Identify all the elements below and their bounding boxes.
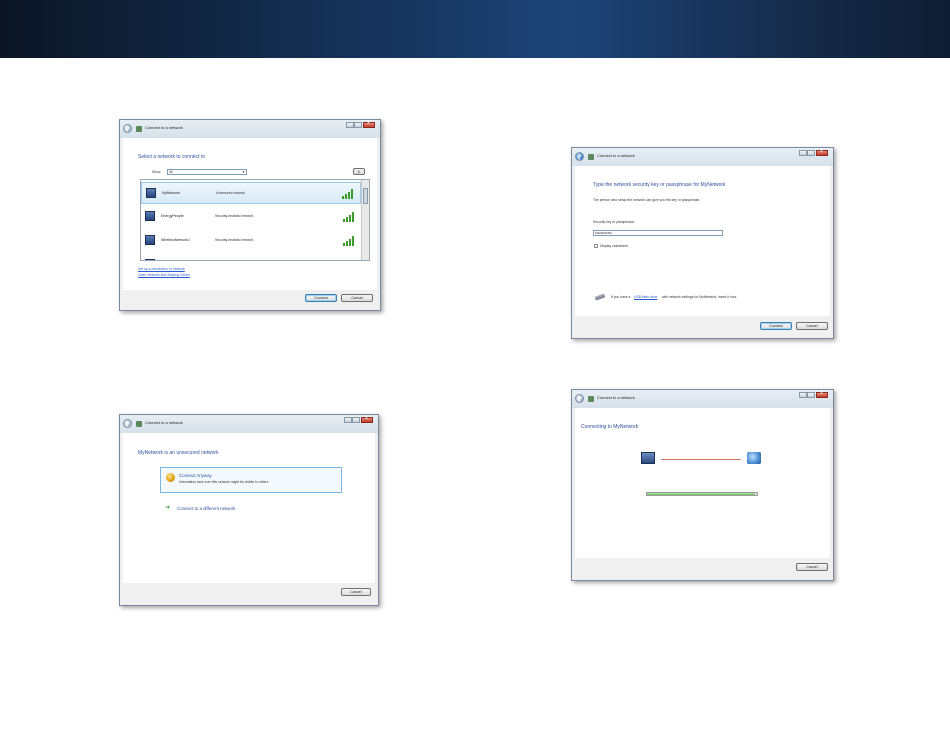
connection-progress-bar — [646, 492, 758, 496]
maximize-button[interactable] — [352, 417, 360, 423]
network-row-partial[interactable] — [141, 254, 361, 260]
page-heading: MyNetwork is an unsecured network — [138, 450, 219, 456]
connect-button[interactable]: Connect — [760, 322, 792, 330]
select-network-window: Connect to a network Select a network to… — [119, 119, 381, 311]
network-row-wirelessnetwork1[interactable]: WirelessNetwork1 Security-enabled networ… — [141, 230, 361, 252]
cancel-button[interactable]: Cancel — [341, 588, 371, 596]
unsecured-network-window: Connect to a network MyNetwork is an uns… — [119, 414, 379, 606]
minimize-button[interactable] — [344, 417, 352, 423]
wireless-network-icon — [145, 211, 155, 221]
show-label: Show — [152, 170, 161, 174]
back-button[interactable] — [123, 419, 132, 428]
connect-different-network-option[interactable]: Connect to a different network — [177, 506, 236, 511]
computer-icon — [641, 452, 655, 464]
window-content: Select a network to connect to Show All … — [123, 138, 377, 290]
option-title: Connect Anyway — [179, 473, 212, 478]
security-key-field[interactable]: •••••••••••• — [593, 230, 723, 236]
wireless-network-icon — [146, 188, 156, 198]
network-security: Security-enabled network — [215, 214, 254, 218]
back-button[interactable] — [123, 124, 132, 133]
title-bar: Connect to a network — [120, 415, 378, 433]
signal-strength-icon — [343, 212, 355, 222]
minimize-button[interactable] — [346, 122, 354, 128]
back-button[interactable] — [575, 152, 584, 161]
window-footer: Cancel — [123, 583, 375, 602]
network-name: MyNetwork — [162, 191, 180, 195]
window-footer: Connect Cancel — [123, 290, 377, 307]
connecting-window: Connect to a network Connecting to MyNet… — [571, 389, 834, 581]
setup-connection-link[interactable]: Set up a connection or network — [138, 267, 185, 271]
usb-hint-suffix: with network settings for MyNetwork, ins… — [662, 295, 737, 299]
window-title: Connect to a network — [597, 395, 635, 400]
display-characters-label: Display characters — [600, 244, 628, 248]
network-row-energypeople[interactable]: EnergyPeople Security-enabled network — [141, 206, 361, 228]
minimize-button[interactable] — [799, 392, 807, 398]
security-key-window: Connect to a network Type the network se… — [571, 147, 834, 339]
network-security: Security-enabled network — [215, 238, 254, 242]
network-icon — [136, 421, 142, 427]
list-scrollbar[interactable] — [361, 180, 369, 260]
close-button[interactable] — [361, 415, 373, 423]
maximize-button[interactable] — [354, 122, 362, 128]
scroll-thumb[interactable] — [363, 188, 368, 204]
network-name: EnergyPeople — [161, 214, 184, 218]
window-content: MyNetwork is an unsecured network Connec… — [123, 433, 375, 583]
connect-button[interactable]: Connect — [305, 294, 337, 302]
network-globe-icon — [747, 452, 761, 464]
window-footer: Connect Cancel — [575, 316, 830, 335]
back-button[interactable] — [575, 394, 584, 403]
maximize-button[interactable] — [807, 392, 815, 398]
page-heading: Type the network security key or passphr… — [593, 182, 726, 188]
usb-flash-drive-link[interactable]: USB flash drive — [634, 295, 657, 299]
green-arrow-icon: ➜ — [165, 505, 171, 511]
refresh-button[interactable]: ↻ — [353, 168, 365, 175]
connection-line — [661, 459, 741, 460]
page-heading: Connecting to MyNetwork — [581, 424, 639, 430]
instruction-text: The person who setup the network can giv… — [593, 198, 701, 202]
refresh-icon: ↻ — [357, 170, 361, 174]
show-filter-dropdown[interactable]: All ▼ — [167, 169, 247, 175]
network-row-mynetwork[interactable]: MyNetwork Unsecured network — [141, 182, 361, 204]
display-characters-checkbox[interactable] — [594, 244, 598, 248]
usb-hint-prefix: If you have a — [611, 295, 631, 299]
network-icon — [588, 154, 594, 160]
close-button[interactable] — [816, 390, 828, 398]
security-key-label: Security key or passphrase: — [593, 220, 635, 224]
window-footer: Cancel — [575, 558, 830, 577]
close-button[interactable] — [363, 120, 375, 128]
option-description: Information sent over this network might… — [179, 480, 269, 484]
window-title: Connect to a network — [145, 420, 183, 425]
chevron-down-icon: ▼ — [242, 170, 245, 174]
close-button[interactable] — [816, 148, 828, 156]
title-bar: Connect to a network — [572, 390, 833, 408]
show-filter-value: All — [169, 170, 173, 174]
window-title: Connect to a network — [597, 153, 635, 158]
signal-strength-icon — [342, 189, 354, 199]
warning-shield-icon — [166, 473, 175, 482]
signal-strength-icon — [343, 236, 355, 246]
page-heading: Select a network to connect to — [138, 154, 205, 160]
window-title: Connect to a network — [145, 125, 183, 130]
title-bar: Connect to a network — [120, 120, 380, 138]
maximize-button[interactable] — [807, 150, 815, 156]
network-name: WirelessNetwork1 — [161, 238, 190, 242]
network-icon — [588, 396, 594, 402]
progress-fill — [647, 493, 755, 495]
usb-drive-icon — [594, 293, 606, 301]
cancel-button[interactable]: Cancel — [796, 322, 828, 330]
network-icon — [136, 126, 142, 132]
window-content: Type the network security key or passphr… — [575, 166, 830, 316]
connect-anyway-option[interactable]: Connect Anyway Information sent over thi… — [160, 467, 342, 493]
cancel-button[interactable]: Cancel — [796, 563, 828, 571]
minimize-button[interactable] — [799, 150, 807, 156]
header-banner — [0, 0, 950, 58]
cancel-button[interactable]: Cancel — [341, 294, 373, 302]
wireless-network-icon — [145, 259, 155, 260]
network-security: Unsecured network — [216, 191, 246, 195]
network-list: MyNetwork Unsecured network EnergyPeople… — [140, 179, 370, 261]
wireless-network-icon — [145, 235, 155, 245]
network-sharing-center-link[interactable]: Open Network and Sharing Center — [138, 273, 190, 277]
window-content: Connecting to MyNetwork — [575, 408, 830, 558]
title-bar: Connect to a network — [572, 148, 833, 166]
